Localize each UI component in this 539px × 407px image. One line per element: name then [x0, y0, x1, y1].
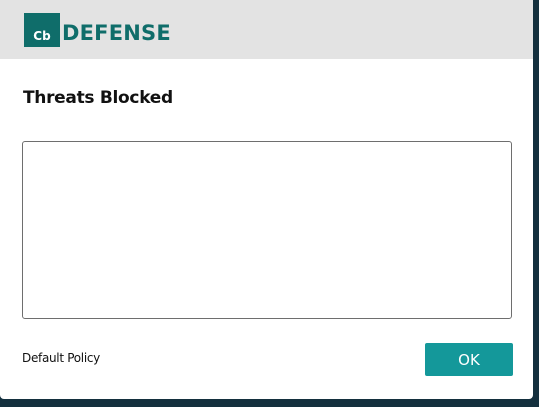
- dialog-title: Threats Blocked: [23, 88, 173, 108]
- threats-list-box[interactable]: [22, 141, 512, 319]
- logo-wordmark: DEFENSE: [62, 21, 171, 45]
- dialog-header: Cb DEFENSE: [0, 0, 533, 59]
- logo-mark: Cb: [24, 13, 60, 47]
- threats-blocked-dialog: Cb DEFENSE Threats Blocked Default Polic…: [0, 0, 533, 399]
- ok-button[interactable]: OK: [425, 343, 513, 376]
- cb-defense-logo: Cb DEFENSE: [24, 13, 171, 47]
- policy-name: Default Policy: [22, 351, 100, 365]
